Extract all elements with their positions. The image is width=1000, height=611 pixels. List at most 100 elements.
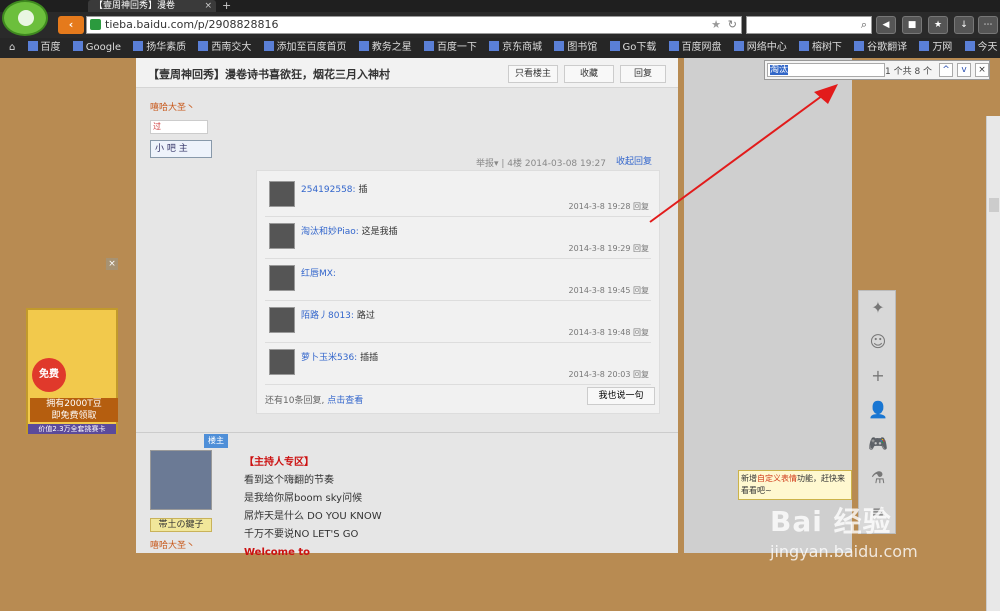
page-content: 免费 拥有2000T豆 即免费领取 价值2.3万全套挑赛卡 × 【壹周神回秀】漫… xyxy=(0,58,1000,611)
find-close-button[interactable]: × xyxy=(975,63,989,77)
toolbar-button-4[interactable]: ↓ xyxy=(954,16,974,34)
comment-item: 萝卜玉米536: 插插 2014-3-8 20:03 回复 xyxy=(265,345,651,385)
flask-icon[interactable]: ⚗ xyxy=(865,465,891,491)
bookmark-icon xyxy=(133,41,144,51)
side-toolbar: ✦ ☺ + 👤 🎮 ⚗ ≡ xyxy=(858,290,896,534)
user-badge: 过 xyxy=(150,120,208,134)
host-post-text: 【主持人专区】 看到这个嗨翻的节奏 是我给你屌boom sky问候 屌炸天是什么… xyxy=(244,457,382,558)
bookmark-item[interactable]: 今天 xyxy=(964,38,998,58)
comment-user[interactable]: 淘汰和妙Piao: xyxy=(301,227,359,237)
avatar[interactable] xyxy=(269,223,295,249)
ad-bottom: 价值2.3万全套挑赛卡 xyxy=(28,424,116,434)
bookmark-item[interactable]: 谷歌翻译 xyxy=(854,38,907,58)
avatar[interactable] xyxy=(269,349,295,375)
avatar[interactable] xyxy=(269,181,295,207)
bookmark-icon xyxy=(798,41,809,51)
avatar[interactable] xyxy=(269,307,295,333)
bookmark-icon xyxy=(263,41,274,51)
nav-bar: ‹ tieba.baidu.com/p/2908828816 ★ ↻ ⌕ ◀ ■… xyxy=(0,12,1000,38)
bookmark-item[interactable]: 网络中心 xyxy=(733,38,787,58)
tab-title: 【壹周神回秀】漫卷 xyxy=(94,1,176,11)
bookmark-icon xyxy=(198,41,209,51)
host-corner-tag: 楼主 xyxy=(204,434,228,448)
magic-icon[interactable]: ✦ xyxy=(865,295,891,321)
bookmarks-bar: ⌂ 百度 Google 扬华素质 西南交大 添加至百度首页 教务之星 百度一下 … xyxy=(0,38,1000,58)
bookmark-item[interactable]: 百度 xyxy=(27,38,61,58)
post-panel: 【壹周神回秀】漫卷诗书喜欲狂，烟花三月入神村 只看楼主 收藏 回复 嘻哈大圣丶 … xyxy=(136,58,678,558)
comment-time[interactable]: 2014-3-8 19:29 回复 xyxy=(569,243,649,254)
emoji-icon[interactable]: ☺ xyxy=(865,329,891,355)
search-box[interactable]: ⌕ xyxy=(746,16,872,34)
comment-user[interactable]: 254192558: xyxy=(301,185,356,195)
view-more-link[interactable]: 点击查看 xyxy=(327,396,363,406)
feature-tooltip: 新增自定义表情功能，赶快来看看吧~ xyxy=(738,470,852,500)
comment-user[interactable]: 陌路丿8013: xyxy=(301,311,354,321)
back-button[interactable]: ‹ xyxy=(58,16,84,34)
host-avatar[interactable] xyxy=(150,450,212,510)
comment-time[interactable]: 2014-3-8 19:48 回复 xyxy=(569,327,649,338)
scrollbar[interactable] xyxy=(986,116,1000,611)
bookmark-item[interactable]: 京东商城 xyxy=(489,38,542,58)
reply-label: 回复 xyxy=(633,69,652,79)
bookmark-item[interactable]: 百度一下 xyxy=(423,38,477,58)
host-tag: 帯土の鍵子 xyxy=(150,518,212,532)
comment-time[interactable]: 2014-3-8 20:03 回复 xyxy=(569,369,649,380)
toolbar-button-2[interactable]: ■ xyxy=(902,16,922,34)
secure-icon xyxy=(90,19,101,30)
toolbar-button-3[interactable]: ★ xyxy=(928,16,948,34)
close-tab-icon[interactable]: × xyxy=(204,0,212,12)
promo-ad[interactable]: 免费 拥有2000T豆 即免费领取 价值2.3万全套挑赛卡 xyxy=(26,308,118,434)
bookmark-icon xyxy=(27,41,38,51)
bookmark-item[interactable]: 添加至百度首页 xyxy=(263,38,347,58)
comment-item: 陌路丿8013: 路过 2014-3-8 19:48 回复 xyxy=(265,303,651,343)
plus-icon[interactable]: + xyxy=(865,363,891,389)
comment-list: 254192558: 插 2014-3-8 19:28 回复 淘汰和妙Piao:… xyxy=(256,170,660,414)
bookmark-item[interactable]: 榕树下 xyxy=(798,38,842,58)
bookmark-item[interactable]: Go下载 xyxy=(609,38,656,58)
find-next-button[interactable]: v xyxy=(957,63,971,77)
bookmark-item[interactable]: 西南交大 xyxy=(198,38,251,58)
find-bar: 淘汰 1 个共 8 个 ^ v × xyxy=(764,60,990,80)
gamepad-icon[interactable]: 🎮 xyxy=(865,431,891,457)
favorite-button[interactable]: 收藏 xyxy=(564,65,614,83)
bookmark-item[interactable]: Google xyxy=(72,38,121,58)
reply-button[interactable]: 回复 xyxy=(620,65,666,83)
only-owner-button[interactable]: 只看楼主 xyxy=(508,65,558,83)
bookmark-icon xyxy=(854,41,865,51)
comments-footer: 还有10条回复, 点击查看 xyxy=(265,396,364,406)
comment-text: 这是我插 xyxy=(361,227,398,237)
find-prev-button[interactable]: ^ xyxy=(939,63,953,77)
close-ad-icon[interactable]: × xyxy=(106,258,118,270)
comment-user[interactable]: 红唇MX: xyxy=(301,269,336,279)
bookmark-item[interactable]: 教务之星 xyxy=(358,38,412,58)
browser-tab[interactable]: 【壹周神回秀】漫卷 × xyxy=(88,0,216,12)
browser-logo[interactable] xyxy=(2,0,48,36)
star-icon[interactable]: ★ xyxy=(711,17,721,33)
comment-item: 淘汰和妙Piao: 这是我插 2014-3-8 19:29 回复 xyxy=(265,219,651,259)
comment-text: 插 xyxy=(358,185,368,195)
new-tab-button[interactable]: + xyxy=(222,0,231,12)
toolbar-button-1[interactable]: ◀ xyxy=(876,16,896,34)
avatar[interactable] xyxy=(269,265,295,291)
menu-button[interactable]: ⋯ xyxy=(978,16,998,34)
bookmark-icon xyxy=(554,41,565,51)
bookmark-item[interactable]: 万网 xyxy=(919,38,952,58)
bookmark-item[interactable]: 扬华素质 xyxy=(133,38,186,58)
find-input[interactable]: 淘汰 xyxy=(767,63,885,77)
reload-icon[interactable]: ↻ xyxy=(728,17,737,33)
comment-time[interactable]: 2014-3-8 19:45 回复 xyxy=(569,285,649,296)
comment-user[interactable]: 萝卜玉米536: xyxy=(301,353,357,363)
collapse-replies-link[interactable]: 收起回复 xyxy=(616,154,652,167)
bookmark-icon xyxy=(72,41,83,51)
comment-time[interactable]: 2014-3-8 19:28 回复 xyxy=(569,201,649,212)
baidu-watermark: Bai 经验 jingyan.baidu.com xyxy=(770,505,918,561)
bookmark-item[interactable]: 图书馆 xyxy=(554,38,597,58)
scroll-thumb[interactable] xyxy=(989,198,999,212)
search-icon[interactable]: ⌕ xyxy=(861,18,867,32)
bookmark-icon xyxy=(919,41,930,51)
say-button[interactable]: 我也说一句 xyxy=(587,387,655,405)
home-icon[interactable]: ⌂ xyxy=(9,38,15,58)
address-bar[interactable]: tieba.baidu.com/p/2908828816 ★ ↻ xyxy=(86,16,742,34)
user-icon[interactable]: 👤 xyxy=(865,397,891,423)
bookmark-item[interactable]: 百度网盘 xyxy=(668,38,722,58)
